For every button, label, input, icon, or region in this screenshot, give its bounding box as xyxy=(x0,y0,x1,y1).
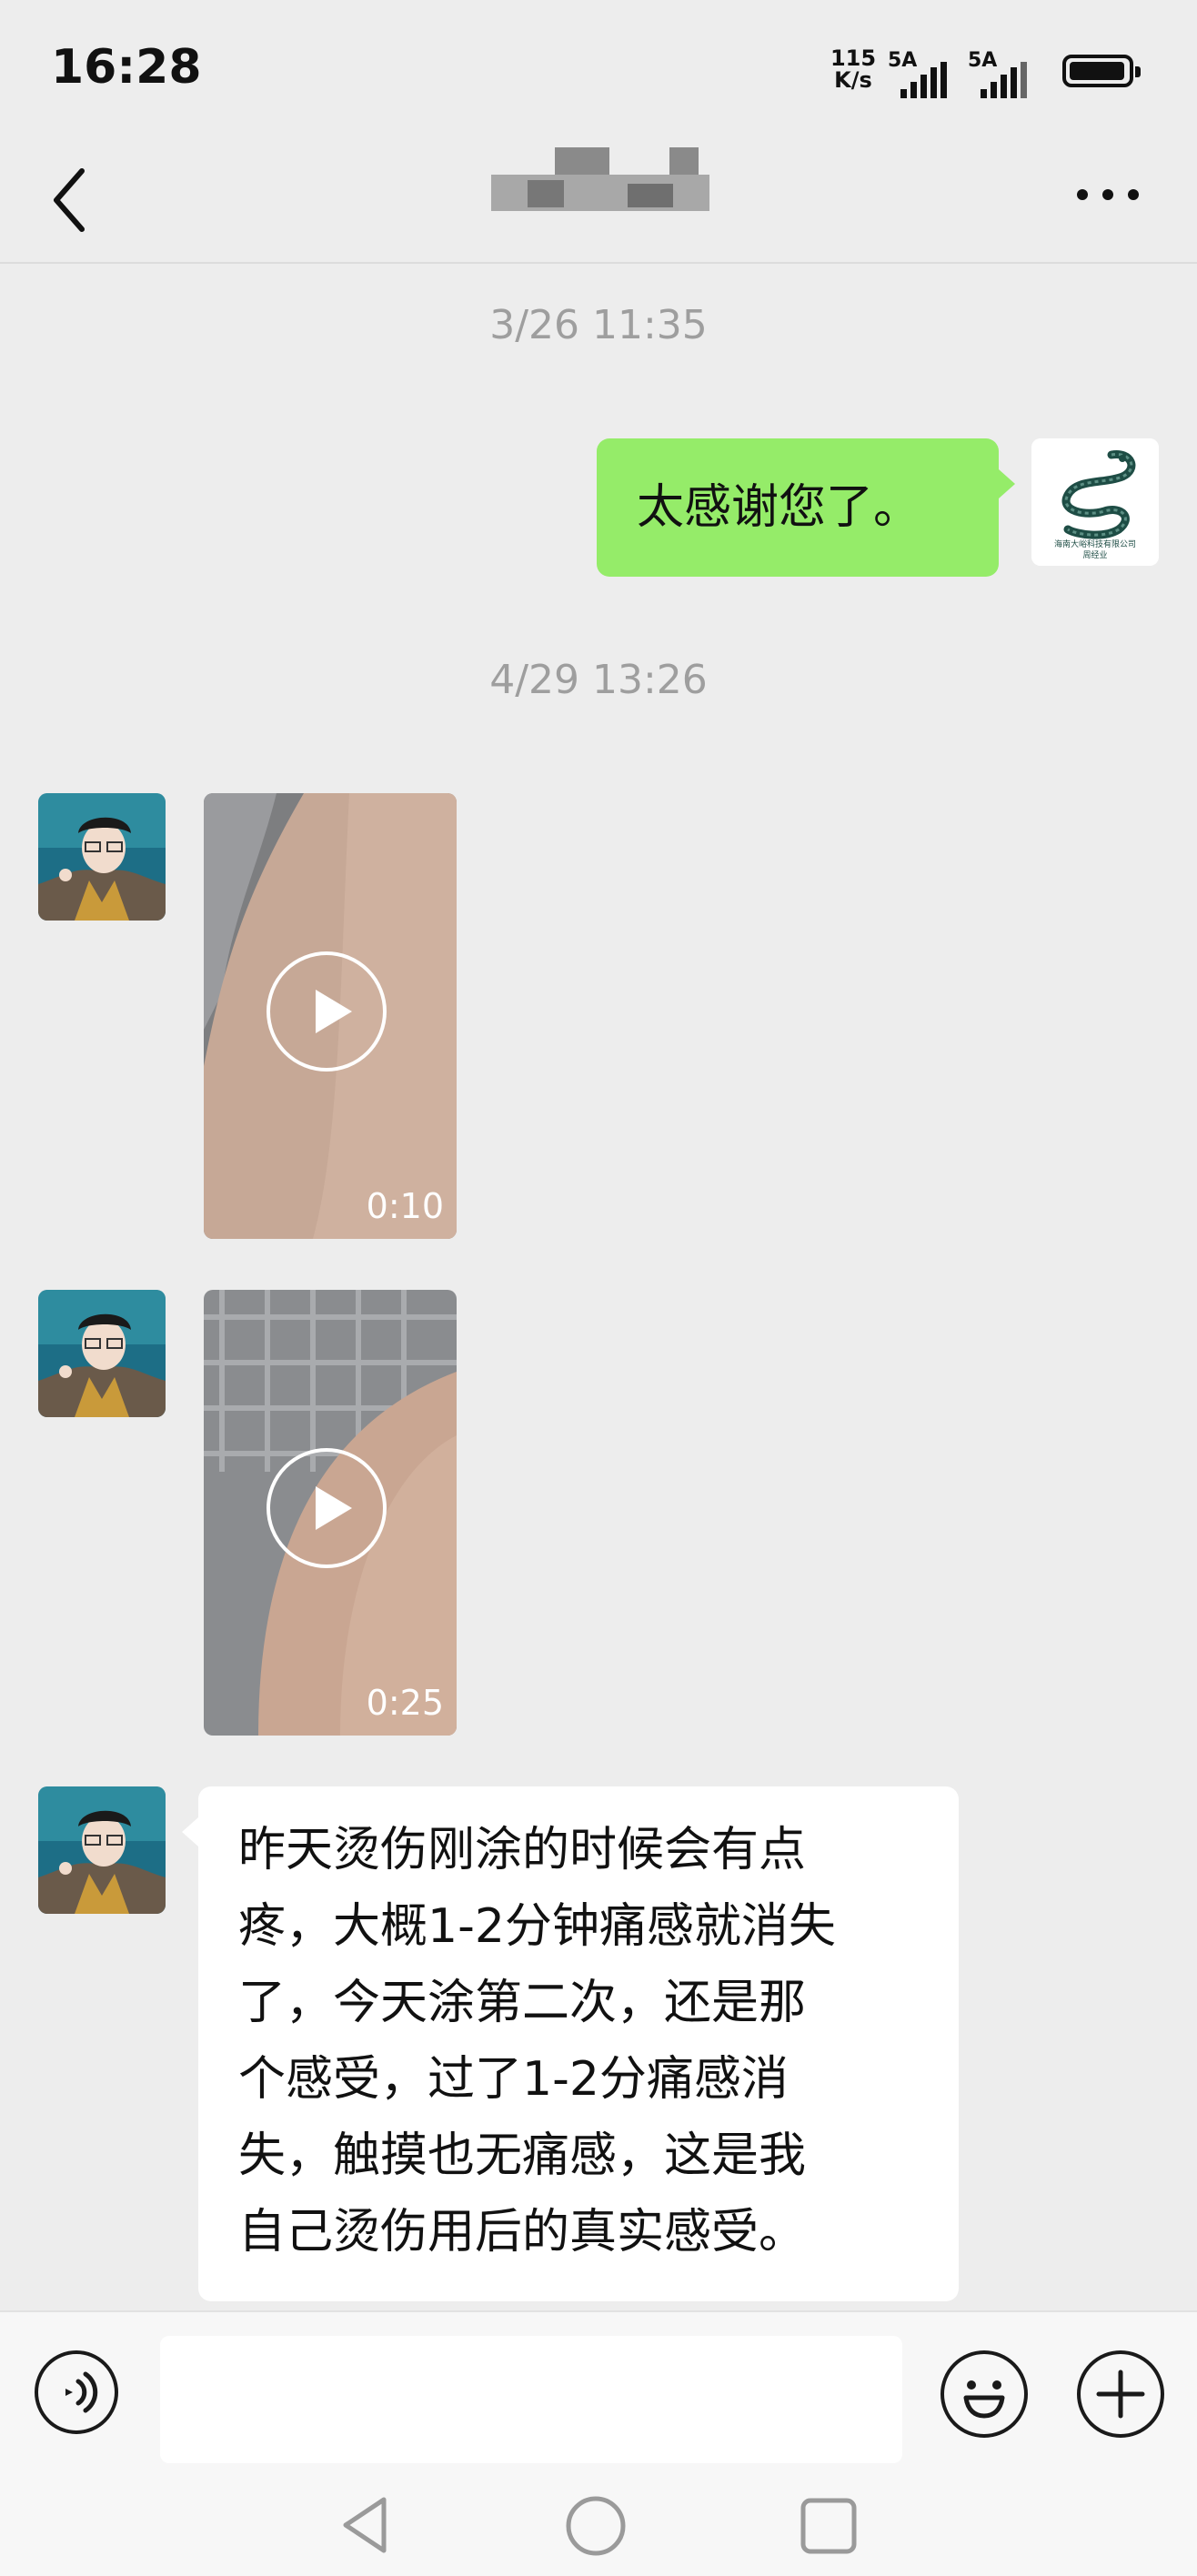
signal-bars-icon xyxy=(900,62,947,98)
add-attachment-button[interactable] xyxy=(1077,2350,1164,2438)
nav-recents-icon[interactable] xyxy=(799,2496,859,2556)
bubble-tail xyxy=(182,1817,198,1846)
person-photo xyxy=(38,1290,166,1417)
signal-bars-icon xyxy=(981,62,1027,98)
video-duration: 0:10 xyxy=(366,1186,444,1226)
chat-input-bar xyxy=(0,2310,1197,2476)
message-line: 自己烫伤用后的真实感受。 xyxy=(238,2205,807,2259)
play-icon[interactable] xyxy=(267,951,387,1072)
play-icon[interactable] xyxy=(267,1448,387,1568)
logo-caption-1: 海南大峪科技有限公司 xyxy=(1054,538,1136,549)
smiley-icon xyxy=(963,2380,1005,2419)
network-speed: 115 K/s xyxy=(830,47,877,91)
person-photo xyxy=(38,793,166,921)
back-arrow-icon[interactable] xyxy=(45,164,100,236)
plus-icon xyxy=(1096,2370,1145,2419)
video-message[interactable]: 0:10 xyxy=(204,793,457,1239)
message-input[interactable] xyxy=(160,2336,902,2463)
person-photo xyxy=(38,1786,166,1914)
clock: 16:28 xyxy=(51,40,202,95)
video-message[interactable]: 0:25 xyxy=(204,1290,457,1736)
nav-back-icon[interactable] xyxy=(337,2494,395,2556)
voice-input-button[interactable] xyxy=(35,2350,118,2434)
status-bar: 16:28 115 K/s 5A 5A xyxy=(0,0,1197,136)
message-line: 疼，大概1-2分钟痛感就消失 xyxy=(238,1899,836,1954)
message-line: 失，触摸也无痛感，这是我 xyxy=(238,2128,807,2183)
bubble-tail xyxy=(999,469,1015,498)
video-duration: 0:25 xyxy=(366,1683,444,1723)
message-timestamp: 4/29 13:26 xyxy=(489,657,708,703)
my-avatar[interactable]: 海南大峪科技有限公司 周经业 xyxy=(1031,438,1159,566)
message-line: 昨天烫伤刚涂的时候会有点 xyxy=(238,1823,807,1877)
message-line: 了，今天涂第二次，还是那 xyxy=(238,1976,807,2030)
more-options-icon[interactable] xyxy=(1073,176,1142,213)
dragon-logo-icon: 海南大峪科技有限公司 周经业 xyxy=(1031,438,1159,566)
message-bubble-received[interactable]: 昨天烫伤刚涂的时候会有点 疼，大概1-2分钟痛感就消失 了，今天涂第二次，还是那… xyxy=(198,1786,959,2301)
contact-avatar[interactable] xyxy=(38,1290,166,1417)
chat-title-bar xyxy=(0,136,1197,264)
contact-avatar[interactable] xyxy=(38,1786,166,1914)
message-line: 个感受，过了1-2分痛感消 xyxy=(238,2052,789,2107)
voice-icon xyxy=(65,2371,98,2413)
message-timestamp: 3/26 11:35 xyxy=(489,302,708,348)
contact-avatar[interactable] xyxy=(38,793,166,921)
contact-name-redacted xyxy=(491,147,709,216)
emoji-button[interactable] xyxy=(940,2350,1028,2438)
logo-caption-2: 周经业 xyxy=(1082,549,1107,560)
network-speed-value: 115 xyxy=(830,45,877,71)
system-navigation-bar xyxy=(0,2474,1197,2576)
message-bubble-sent[interactable]: 太感谢您了。 xyxy=(597,438,999,577)
battery-icon xyxy=(1062,55,1141,87)
nav-home-icon[interactable] xyxy=(564,2494,628,2558)
network-speed-unit: K/s xyxy=(834,67,872,93)
